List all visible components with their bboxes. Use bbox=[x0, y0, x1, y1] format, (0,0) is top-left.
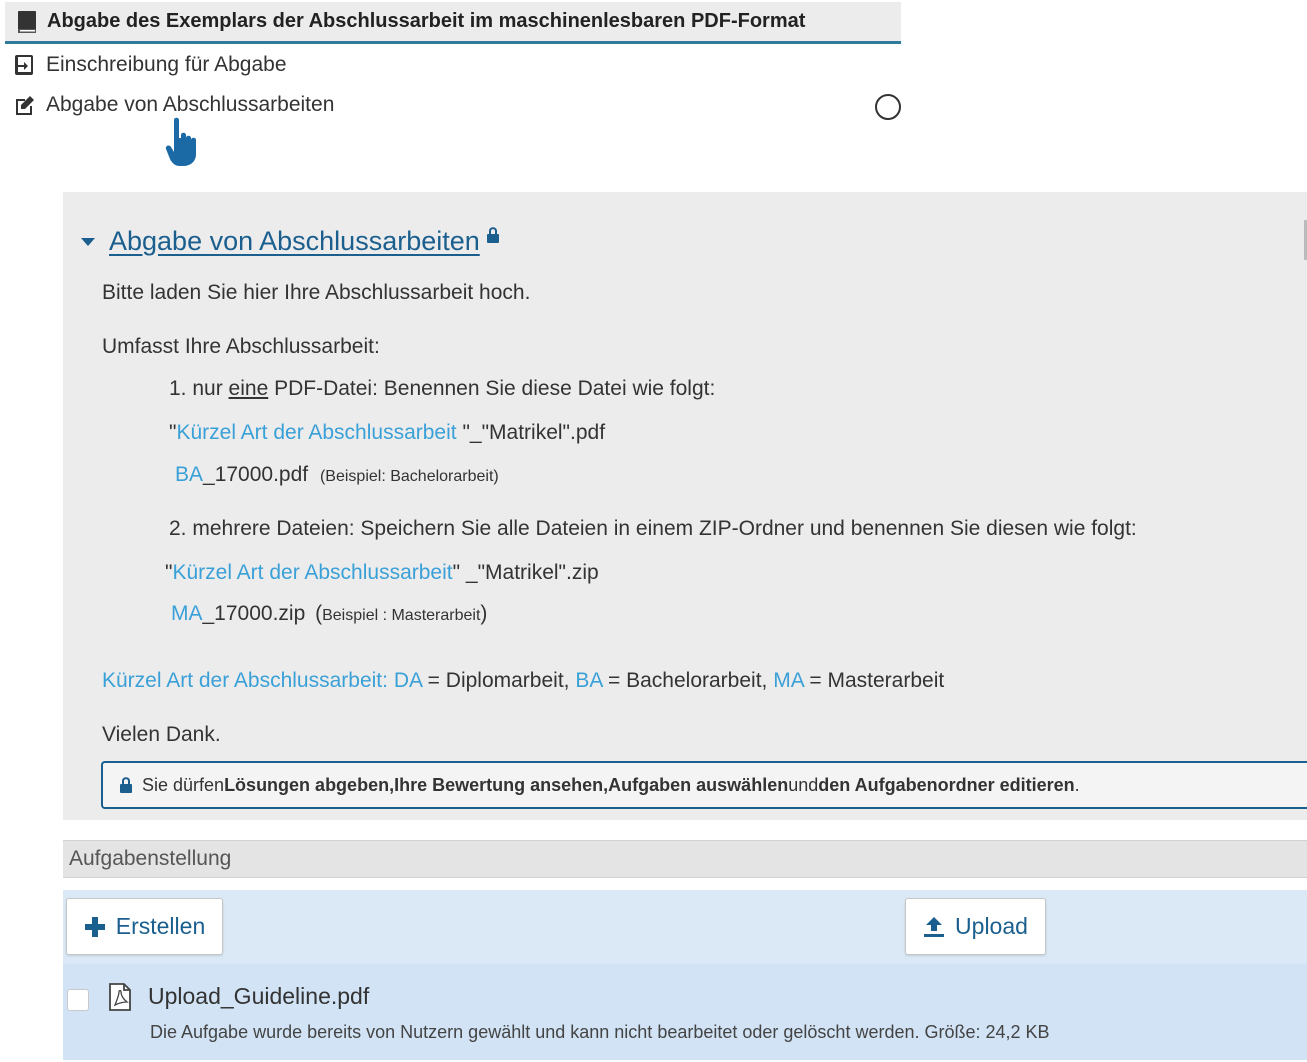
file-description: Die Aufgabe wurde bereits von Nutzern ge… bbox=[150, 1022, 1050, 1042]
notice-text: und bbox=[788, 774, 819, 795]
sign-in-icon bbox=[15, 55, 33, 75]
section-title: Abgabe des Exemplars der Abschlussarbeit… bbox=[47, 10, 806, 32]
lock-icon bbox=[120, 777, 132, 793]
option-1-pattern: "Kürzel Art der Abschlussarbeit "_"Matri… bbox=[169, 421, 605, 445]
option-1-example: BA_17000.pdf (Beispiel: Bachelorarbeit) bbox=[175, 463, 499, 487]
assignment-panel: Abgabe von Abschlussarbeiten Bitte laden… bbox=[63, 192, 1307, 820]
upload-label: Upload bbox=[955, 913, 1028, 939]
example-filename: _17000.zip bbox=[202, 602, 306, 625]
edit-icon bbox=[16, 96, 34, 115]
option-2-pattern: "Kürzel Art der Abschlussarbeit" _"Matri… bbox=[165, 561, 599, 585]
hand-pointer-icon bbox=[165, 117, 196, 166]
section-label: Aufgabenstellung bbox=[69, 847, 232, 870]
option-1-prefix: 1. nur bbox=[169, 377, 229, 400]
question-text: Umfasst Ihre Abschlussarbeit: bbox=[102, 335, 380, 358]
legend-ma: MA bbox=[773, 669, 804, 692]
create-label: Erstellen bbox=[115, 913, 206, 939]
legend-da-text: = Diplomarbeit, bbox=[421, 669, 576, 692]
paren: ) bbox=[480, 602, 488, 625]
panel-title-link[interactable]: Abgabe von Abschlussarbeiten bbox=[109, 226, 480, 257]
example-code: MA bbox=[171, 602, 203, 625]
toolbar: Erstellen Upload bbox=[63, 890, 1307, 964]
upload-button[interactable]: Upload bbox=[905, 898, 1046, 955]
caret-down-icon[interactable] bbox=[81, 237, 95, 246]
upload-icon bbox=[924, 916, 945, 937]
option-1-suffix: PDF-Datei: Benennen Sie diese Datei wie … bbox=[268, 377, 716, 400]
abbrev-link[interactable]: Kürzel Art der Abschlussarbeit bbox=[176, 421, 462, 444]
abbrev-link[interactable]: Kürzel Art der Abschlussarbeit bbox=[172, 561, 452, 584]
create-button[interactable]: Erstellen bbox=[66, 898, 223, 955]
example-note: (Beispiel: Bachelorarbeit) bbox=[319, 468, 499, 485]
section-header: Abgabe des Exemplars der Abschlussarbeit… bbox=[5, 2, 901, 44]
legend-text: Kürzel Art der Abschlussarbeit: DA = Dip… bbox=[102, 669, 944, 693]
pdf-file-icon bbox=[109, 983, 131, 1011]
notice-perm: Ihre Bewertung ansehen bbox=[394, 774, 604, 795]
legend-colon: : bbox=[382, 669, 388, 692]
nav-item-einschreibung[interactable]: Einschreibung für Abgabe bbox=[13, 53, 287, 77]
intro-text: Bitte laden Sie hier Ihre Abschlussarbei… bbox=[102, 281, 531, 304]
option-2-text: 2. mehrere Dateien: Speichern Sie alle D… bbox=[169, 517, 1137, 540]
nav-item-label: Einschreibung für Abgabe bbox=[46, 53, 287, 76]
nav-item-abgabe[interactable]: Abgabe von Abschlussarbeiten bbox=[13, 93, 334, 117]
legend-da: DA bbox=[393, 669, 422, 692]
list-item[interactable]: Upload_Guideline.pdf Die Aufgabe wurde b… bbox=[63, 964, 1307, 1060]
file-name-link[interactable]: Upload_Guideline.pdf bbox=[148, 983, 369, 1010]
thanks-text: Vielen Dank. bbox=[102, 723, 221, 746]
notice-text: . bbox=[1074, 774, 1080, 795]
example-note: Beispiel : Masterarbeit bbox=[322, 607, 481, 624]
assignment-section-header: Aufgabenstellung bbox=[63, 840, 1307, 878]
option-2-example: MA_17000.zip (Beispiel : Masterarbeit) bbox=[171, 602, 487, 626]
panel-title-row[interactable]: Abgabe von Abschlussarbeiten bbox=[81, 226, 500, 257]
legend-ma-text: = Masterarbeit bbox=[803, 669, 945, 692]
legend-ba: BA bbox=[575, 669, 603, 692]
legend-ba-text: = Bachelorarbeit, bbox=[602, 669, 774, 692]
legend-label: Kürzel Art der Abschlussarbeit bbox=[102, 669, 383, 692]
example-filename: _17000.pdf bbox=[203, 463, 309, 486]
notice-perm: den Aufgabenordner editieren bbox=[818, 774, 1075, 795]
notice-perm: Aufgaben auswählen bbox=[608, 774, 789, 795]
nav-item-label: Abgabe von Abschlussarbeiten bbox=[46, 93, 335, 116]
plus-icon bbox=[84, 916, 105, 937]
book-icon bbox=[18, 10, 36, 33]
notice-perm: Lösungen abgeben bbox=[224, 774, 390, 795]
option-1-text: 1. nur eine PDF-Datei: Benennen Sie dies… bbox=[169, 377, 715, 401]
select-checkbox[interactable] bbox=[67, 989, 89, 1011]
pattern-rest: "_"Matrikel".pdf bbox=[462, 421, 606, 444]
notice-text: Sie dürfen bbox=[142, 774, 225, 795]
example-code: BA bbox=[175, 463, 204, 486]
permission-notice: Sie dürfen Lösungen abgeben, Ihre Bewert… bbox=[101, 761, 1307, 809]
pattern-rest: " _"Matrikel".zip bbox=[452, 561, 599, 584]
circle-outline-icon[interactable] bbox=[875, 94, 901, 120]
option-1-emphasis: eine bbox=[228, 377, 269, 400]
lock-icon bbox=[486, 226, 499, 243]
